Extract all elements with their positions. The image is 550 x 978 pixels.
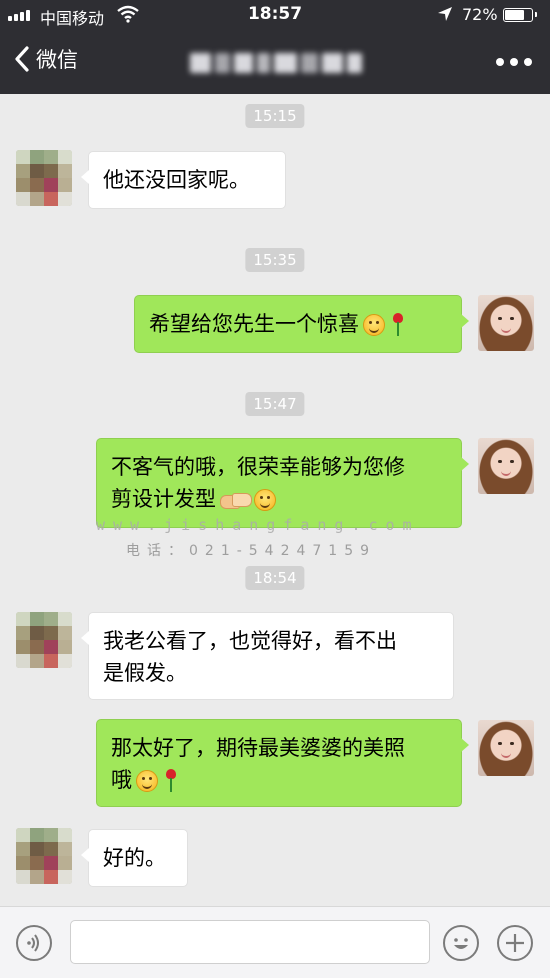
my-avatar[interactable] <box>478 295 534 351</box>
rose-emoji-icon <box>389 313 407 337</box>
smile-emoji-icon <box>363 314 385 336</box>
watermark-phone: 电话：021-54247159 <box>126 543 377 559</box>
my-avatar[interactable] <box>478 720 534 776</box>
contact-avatar[interactable] <box>16 612 72 668</box>
battery-percent: 72% <box>462 5 498 24</box>
contact-avatar[interactable] <box>16 828 72 884</box>
battery-icon <box>503 8 537 22</box>
chevron-left-icon <box>15 46 29 72</box>
top-bar: 中国移动 18:57 72% 微信 <box>0 0 550 94</box>
location-arrow-icon <box>438 7 452 21</box>
contact-avatar[interactable] <box>16 150 72 206</box>
my-avatar[interactable] <box>478 438 534 494</box>
incoming-message[interactable]: 好的。 <box>81 829 188 887</box>
timestamp: 18:54 <box>245 566 305 590</box>
more-dots-icon[interactable] <box>496 58 532 66</box>
plus-icon <box>506 934 524 952</box>
message-text: 希望给您先生一个惊喜 <box>149 312 359 336</box>
message-text-line2: 哦 <box>111 768 132 792</box>
message-text: 他还没回家呢。 <box>103 168 250 192</box>
handshake-emoji-icon <box>220 491 252 509</box>
voice-button[interactable] <box>16 925 52 961</box>
back-button[interactable]: 微信 <box>12 44 78 74</box>
watermark-site: www.jishangfang.com <box>96 516 420 534</box>
blurred-contact-name <box>190 50 362 76</box>
message-text-line2: 剪设计发型 <box>111 487 216 511</box>
message-text-line2: 是假发。 <box>103 661 187 685</box>
outgoing-message[interactable]: 不客气的哦，很荣幸能够为您修 剪设计发型 <box>96 438 469 528</box>
message-text-line1: 那太好了，期待最美婆婆的美照 <box>111 736 405 760</box>
rose-emoji-icon <box>162 769 180 793</box>
outgoing-message[interactable]: 希望给您先生一个惊喜 <box>134 295 469 353</box>
timestamp: 15:47 <box>245 392 305 416</box>
incoming-message[interactable]: 他还没回家呢。 <box>81 151 286 209</box>
message-text-line1: 我老公看了，也觉得好，看不出 <box>103 629 397 653</box>
nav-bar: 微信 <box>0 32 550 94</box>
chat-input-bar <box>0 906 550 978</box>
message-text-line1: 不客气的哦，很荣幸能够为您修 <box>111 455 405 479</box>
more-options-button[interactable] <box>497 925 533 961</box>
smile-emoji-icon <box>136 770 158 792</box>
emoji-button[interactable] <box>443 925 479 961</box>
emoji-face-icon <box>454 938 468 949</box>
chat-screen: 中国移动 18:57 72% 微信 15:15 他还没回家呢。 15:35 希望… <box>0 0 550 978</box>
timestamp: 15:15 <box>245 104 305 128</box>
timestamp: 15:35 <box>245 248 305 272</box>
back-label: 微信 <box>36 48 78 72</box>
outgoing-message[interactable]: 那太好了，期待最美婆婆的美照 哦 <box>96 719 469 807</box>
voice-icon <box>27 934 39 952</box>
message-input[interactable] <box>70 920 430 964</box>
message-text: 好的。 <box>103 846 166 870</box>
smile-emoji-icon <box>254 489 276 511</box>
incoming-message[interactable]: 我老公看了，也觉得好，看不出 是假发。 <box>81 612 454 700</box>
status-bar: 中国移动 18:57 72% <box>0 0 550 32</box>
